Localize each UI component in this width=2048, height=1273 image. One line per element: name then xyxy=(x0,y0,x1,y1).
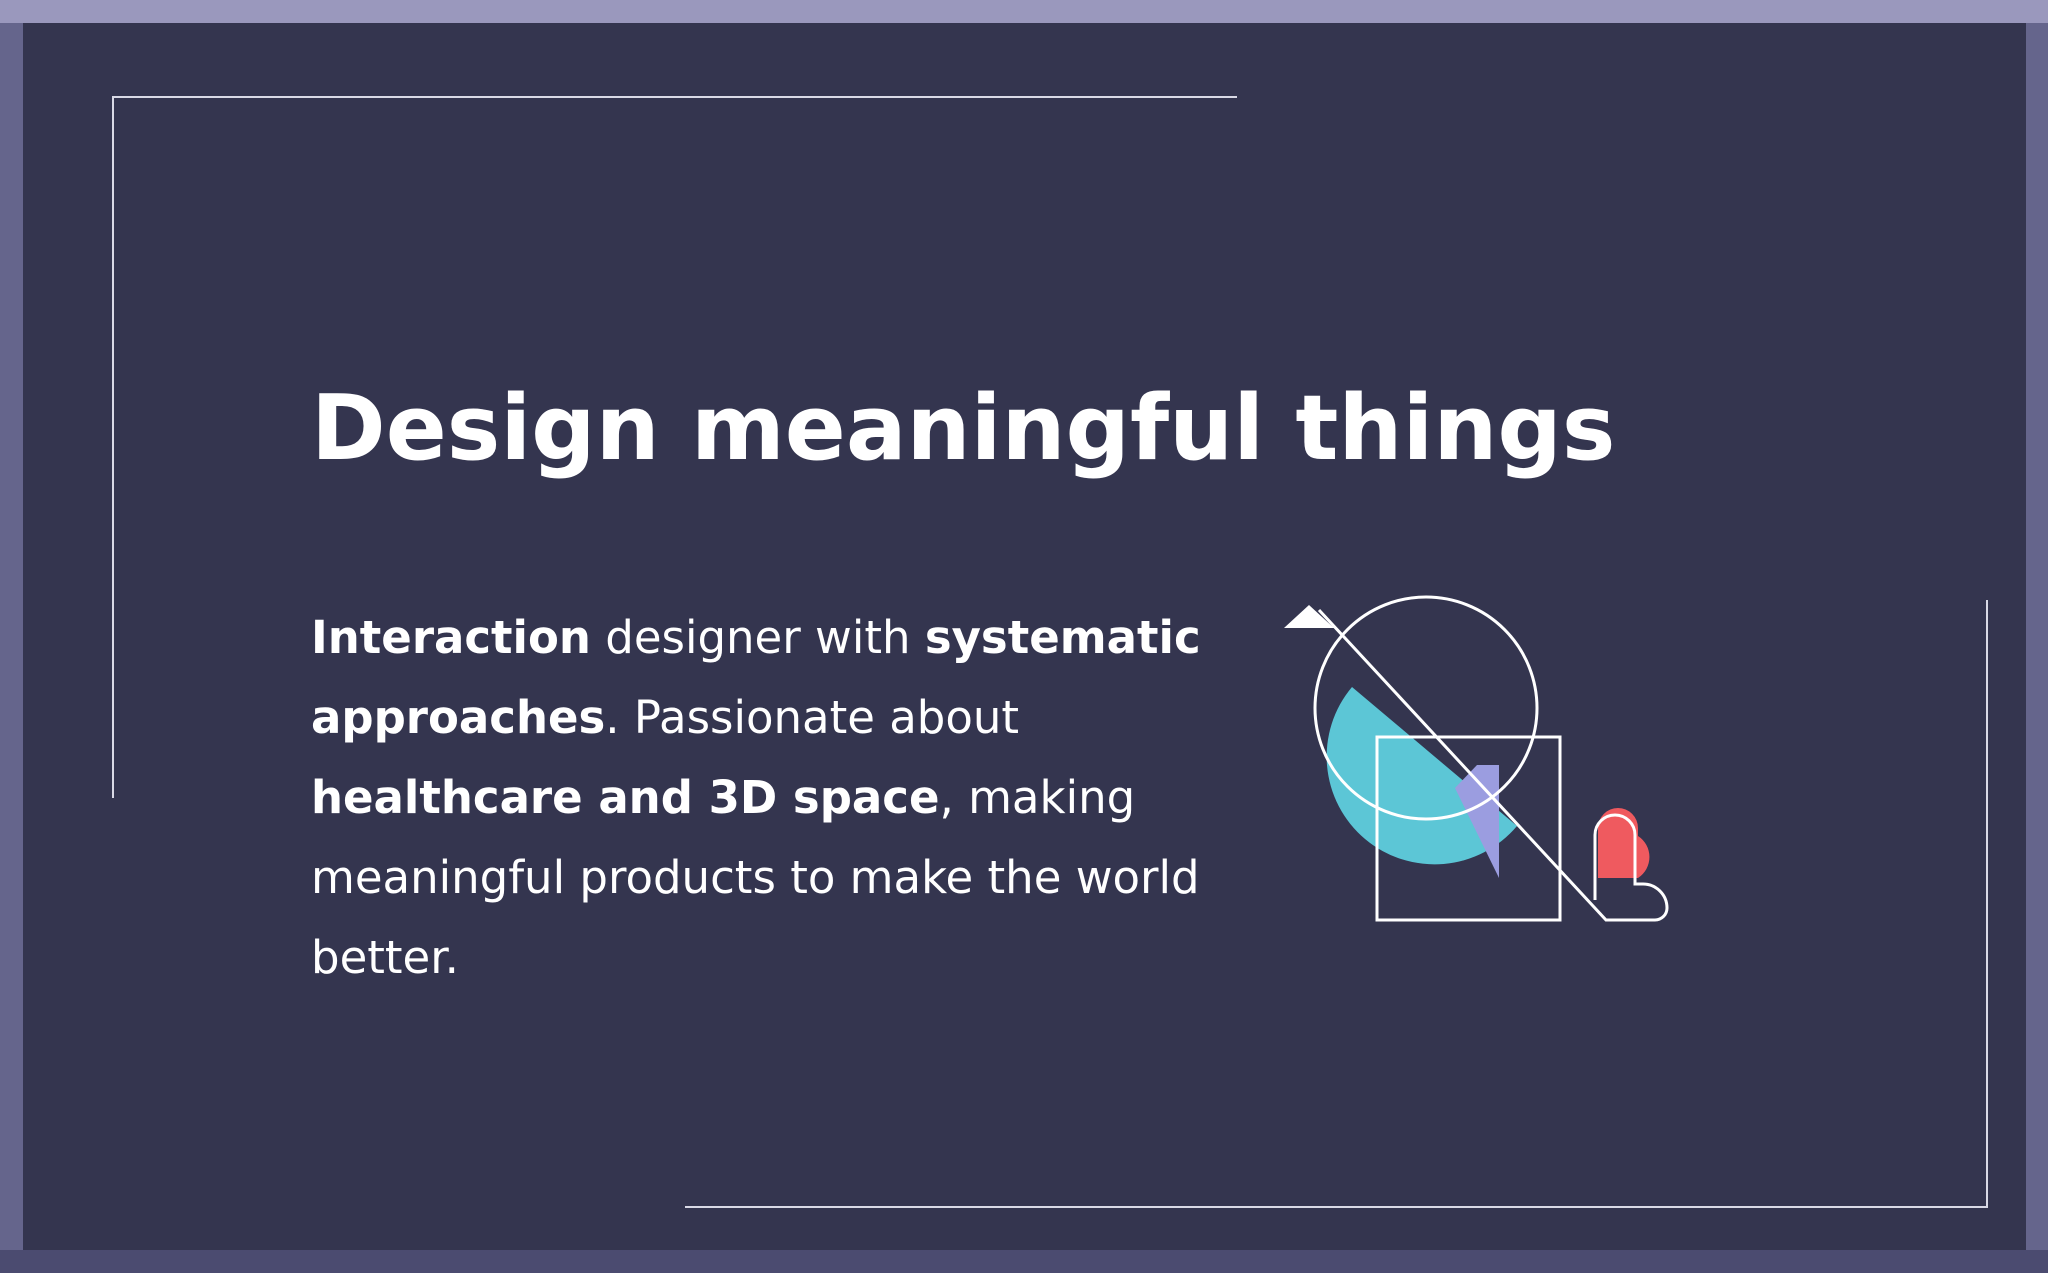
slide-card: Design meaningful things Interaction des… xyxy=(23,23,2026,1250)
frame-line-top xyxy=(112,96,1237,98)
bottom-strip xyxy=(0,1250,2048,1273)
intro-bold-healthcare: healthcare and 3D space xyxy=(311,771,940,824)
intro-bold-initial: I xyxy=(311,611,328,664)
page-title: Design meaningful things xyxy=(311,376,1616,481)
intro-bold-interaction: nteraction xyxy=(327,611,591,664)
intro-text-2: . Passionate about xyxy=(605,691,1020,744)
intro-text-1: designer with xyxy=(590,611,925,664)
frame-line-bottom xyxy=(685,1206,1988,1208)
frame-line-right xyxy=(1986,600,1988,1208)
geometric-shapes-with-heart-icon xyxy=(1284,595,1669,922)
top-strip xyxy=(0,0,2048,23)
frame-line-left xyxy=(112,96,114,798)
intro-paragraph: Interaction designer with systematic app… xyxy=(311,598,1241,998)
